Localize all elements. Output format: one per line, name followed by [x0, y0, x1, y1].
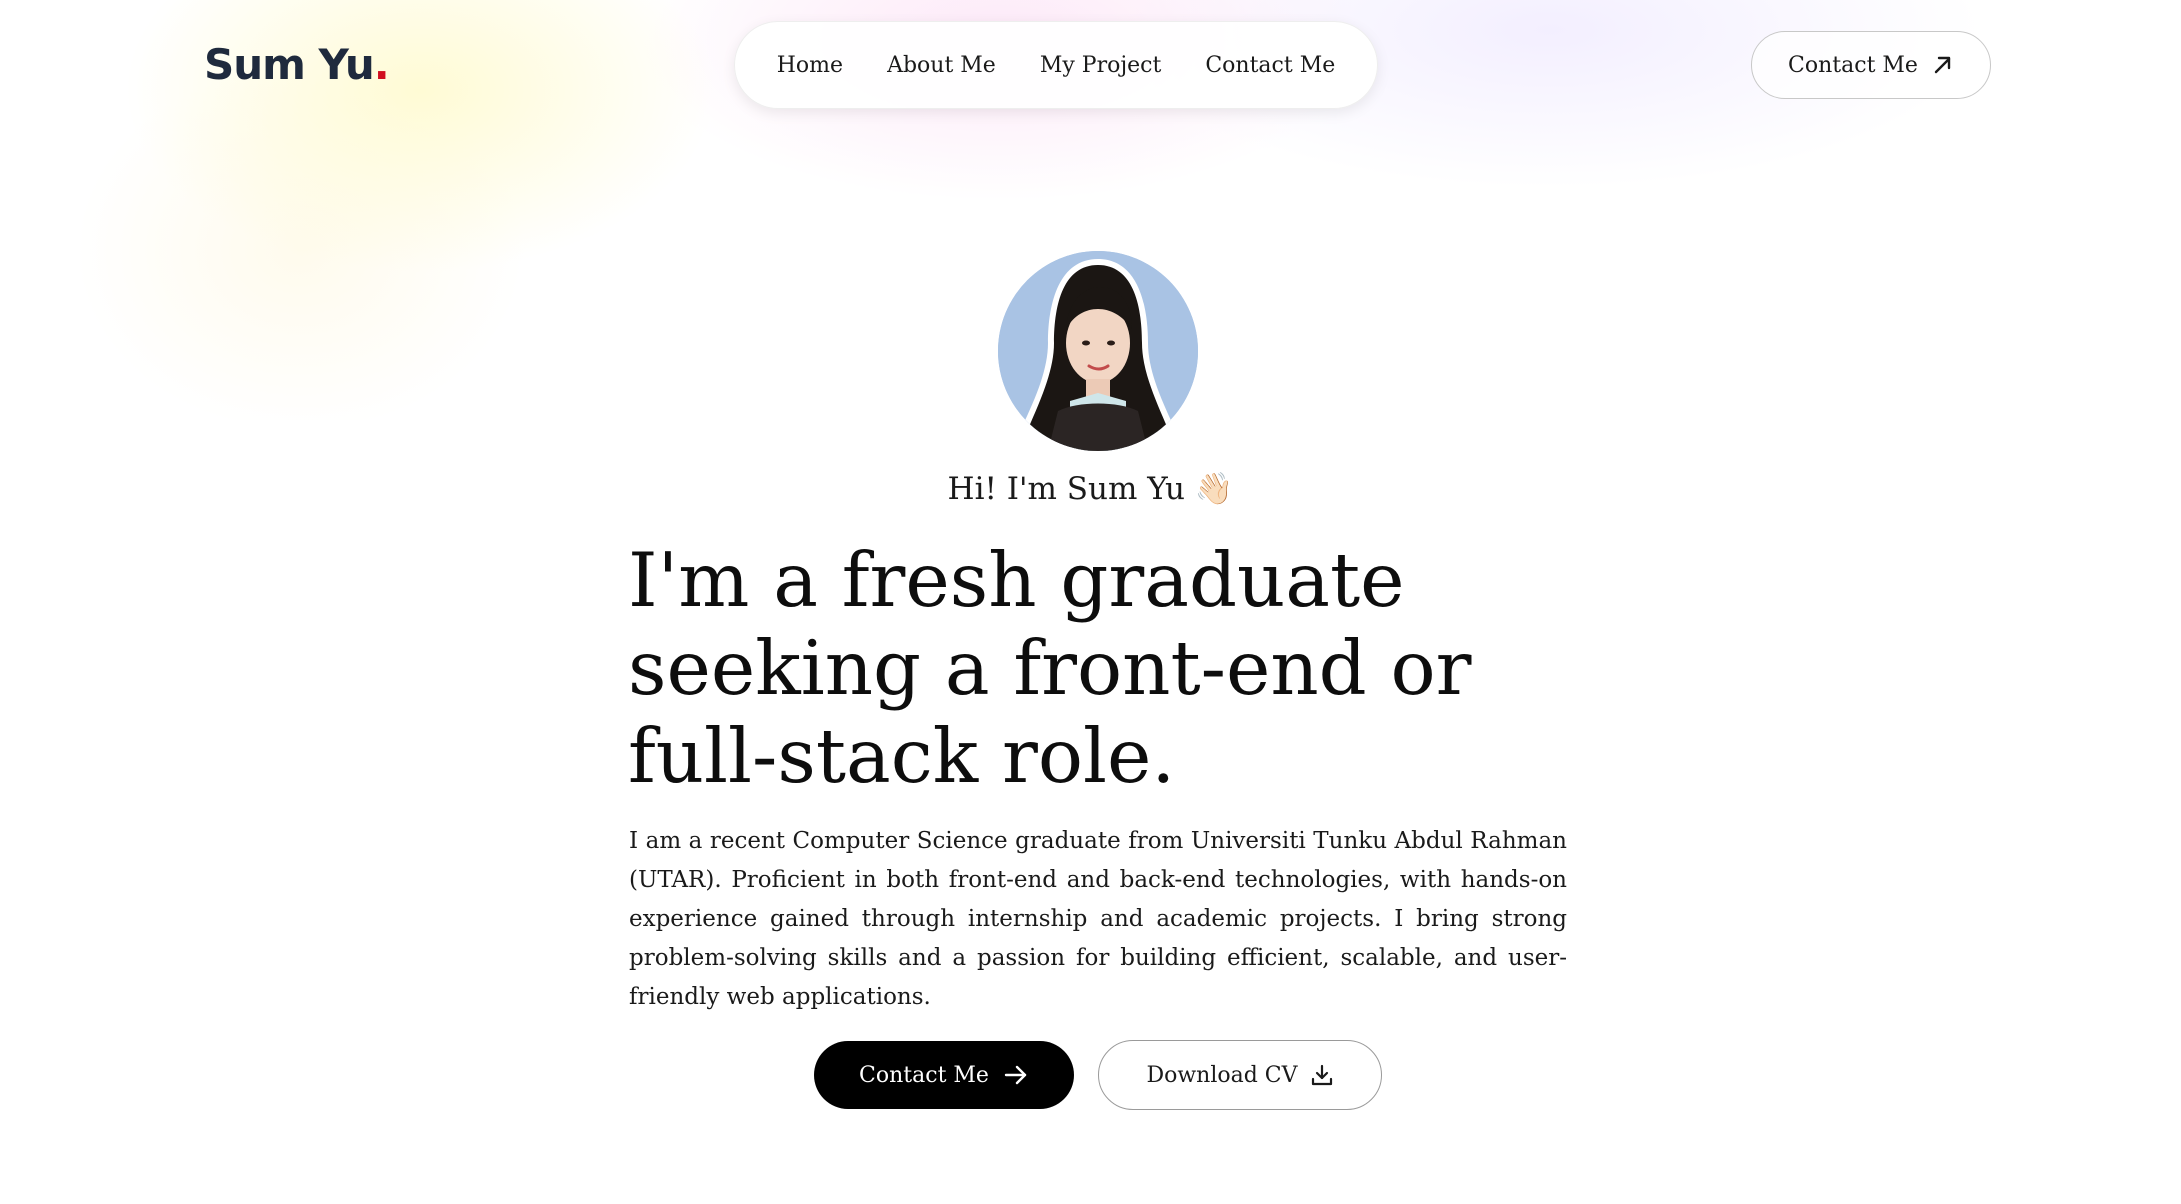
- hero-headline: I'm a fresh graduate seeking a front-end …: [628, 536, 1588, 800]
- site-logo[interactable]: Sum Yu.: [204, 40, 390, 89]
- arrow-right-icon: [1003, 1064, 1029, 1086]
- download-cv-label: Download CV: [1146, 1062, 1298, 1088]
- contact-me-label: Contact Me: [859, 1062, 989, 1088]
- greeting-text: Hi! I'm Sum Yu 👋🏻: [947, 471, 1234, 507]
- download-cv-button[interactable]: Download CV: [1098, 1040, 1382, 1110]
- arrow-up-right-icon: [1932, 54, 1954, 76]
- logo-text: Sum Yu: [204, 40, 375, 89]
- headline-line: full-stack role.: [628, 712, 1176, 800]
- bio-paragraph: I am a recent Computer Science graduate …: [629, 828, 1567, 1010]
- nav-item-my-project[interactable]: My Project: [1040, 53, 1162, 78]
- logo-dot: .: [373, 40, 390, 89]
- avatar: [998, 251, 1198, 451]
- header-contact-button[interactable]: Contact Me: [1751, 31, 1991, 99]
- main-nav: Home About Me My Project Contact Me: [734, 21, 1378, 109]
- nav-item-home[interactable]: Home: [777, 53, 843, 78]
- download-icon: [1310, 1063, 1334, 1087]
- header-contact-label: Contact Me: [1788, 52, 1918, 78]
- contact-me-button[interactable]: Contact Me: [814, 1041, 1074, 1109]
- nav-item-about-me[interactable]: About Me: [887, 53, 996, 78]
- nav-item-contact-me[interactable]: Contact Me: [1205, 53, 1335, 78]
- headline-line: I'm a fresh graduate: [628, 536, 1405, 624]
- headline-line: seeking a front-end or: [628, 624, 1472, 712]
